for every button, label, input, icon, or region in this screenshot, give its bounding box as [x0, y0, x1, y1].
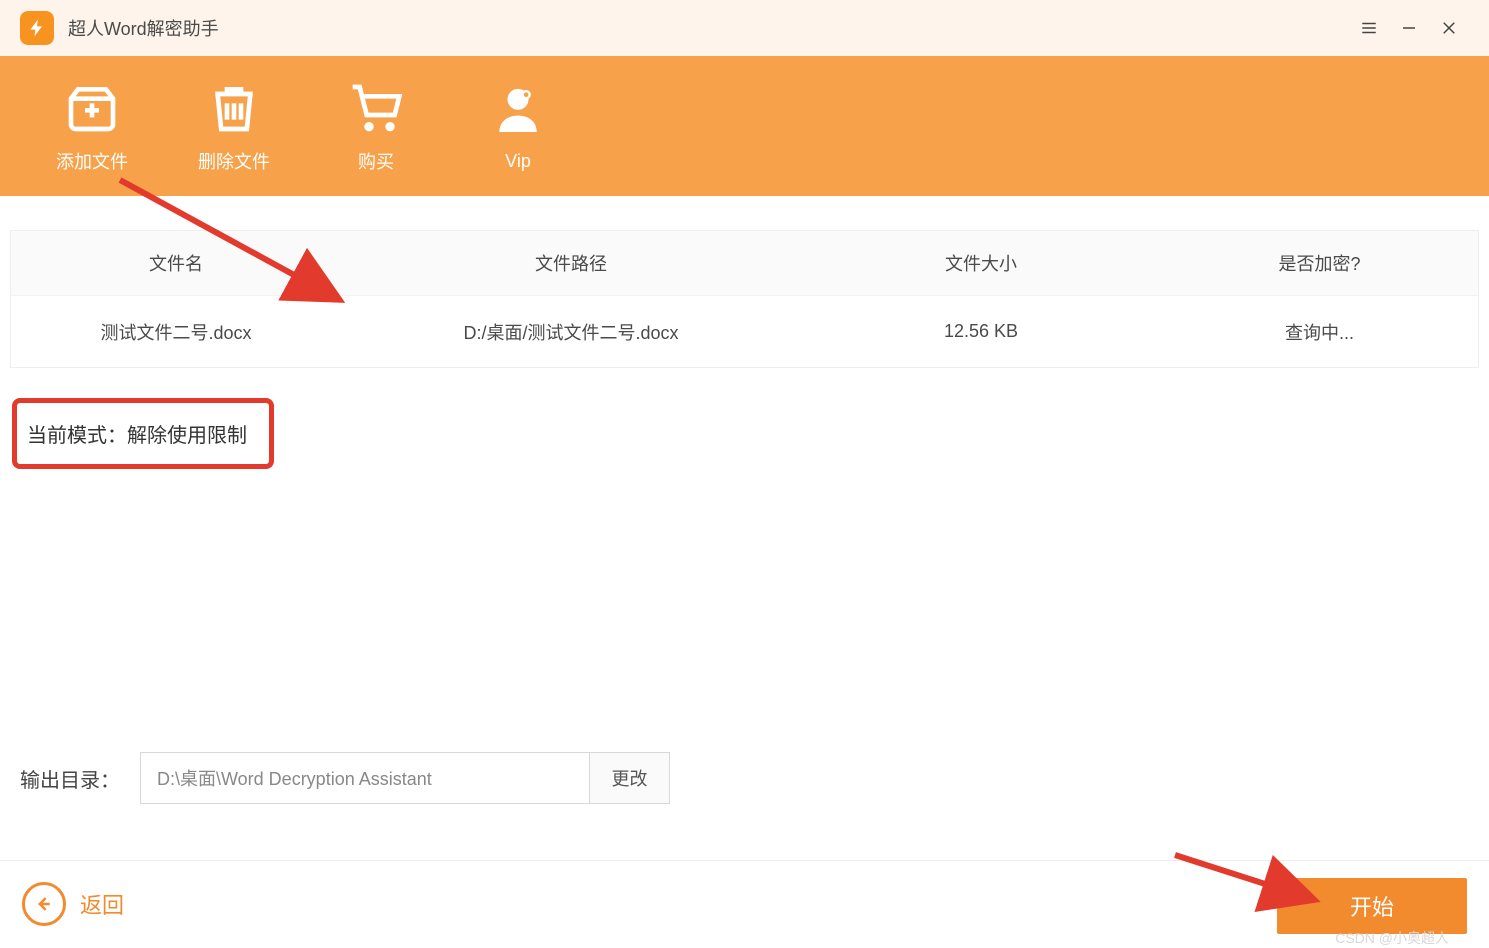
footer-divider	[0, 860, 1489, 861]
output-row: 输出目录： D:\桌面\Word Decryption Assistant 更改	[20, 752, 670, 804]
app-logo	[20, 11, 54, 45]
vip-button[interactable]: Vip	[470, 81, 566, 172]
col-path: 文件路径	[341, 250, 801, 276]
menu-icon	[1360, 19, 1378, 37]
cart-icon	[348, 78, 404, 138]
table-row[interactable]: 测试文件二号.docx D:/桌面/测试文件二号.docx 12.56 KB 查…	[11, 295, 1478, 367]
minimize-icon	[1400, 19, 1418, 37]
output-path-field[interactable]: D:\桌面\Word Decryption Assistant	[140, 752, 590, 804]
app-title: 超人Word解密助手	[68, 15, 219, 41]
file-table: 文件名 文件路径 文件大小 是否加密? 测试文件二号.docx D:/桌面/测试…	[10, 230, 1479, 368]
col-encrypted: 是否加密?	[1161, 250, 1478, 276]
table-header: 文件名 文件路径 文件大小 是否加密?	[11, 231, 1478, 295]
title-bar: 超人Word解密助手	[0, 0, 1489, 56]
add-file-button[interactable]: 添加文件	[44, 78, 140, 174]
start-button[interactable]: 开始	[1277, 878, 1467, 934]
current-mode-label: 当前模式：解除使用限制	[12, 398, 274, 469]
back-button[interactable]: 返回	[22, 882, 124, 926]
user-icon	[490, 81, 546, 141]
cell-path: D:/桌面/测试文件二号.docx	[341, 319, 801, 345]
close-button[interactable]	[1429, 8, 1469, 48]
delete-file-button[interactable]: 删除文件	[186, 78, 282, 174]
buy-label: 购买	[358, 148, 394, 174]
add-file-label: 添加文件	[56, 148, 128, 174]
output-label: 输出目录：	[20, 764, 120, 793]
back-arrow-icon	[22, 882, 66, 926]
col-size: 文件大小	[801, 250, 1161, 276]
main-toolbar: 添加文件 删除文件 购买 Vip	[0, 56, 1489, 196]
buy-button[interactable]: 购买	[328, 78, 424, 174]
close-icon	[1440, 19, 1458, 37]
add-file-icon	[64, 78, 120, 138]
change-output-button[interactable]: 更改	[590, 752, 670, 804]
cell-size: 12.56 KB	[801, 321, 1161, 342]
cell-encrypted: 查询中...	[1161, 319, 1478, 345]
vip-label: Vip	[505, 151, 531, 172]
trash-icon	[206, 78, 262, 138]
minimize-button[interactable]	[1389, 8, 1429, 48]
col-name: 文件名	[11, 250, 341, 276]
cell-name: 测试文件二号.docx	[11, 319, 341, 345]
delete-file-label: 删除文件	[198, 148, 270, 174]
menu-button[interactable]	[1349, 8, 1389, 48]
watermark: CSDN @小奥超人	[1335, 928, 1449, 948]
back-label: 返回	[80, 888, 124, 920]
